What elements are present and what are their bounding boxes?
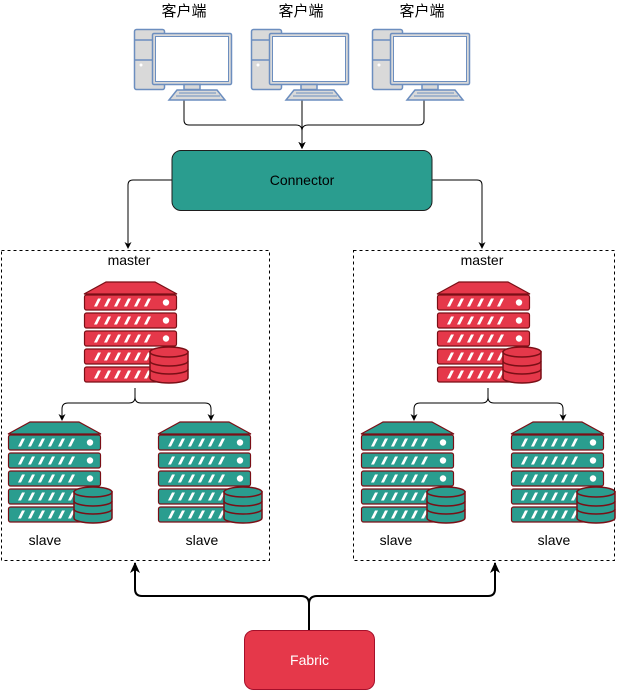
- client-2[interactable]: 客户端: [250, 2, 350, 101]
- database-server-icon: [157, 421, 263, 524]
- database-cylinder-icon: [426, 486, 466, 524]
- edge-connector-master-right: [432, 179, 486, 249]
- slave-label-right-2: slave: [538, 532, 571, 548]
- slave-label-left-2: slave: [186, 532, 219, 548]
- client-label: 客户端: [161, 2, 206, 20]
- slave-label-left-1: slave: [29, 532, 62, 548]
- database-cylinder-icon: [576, 486, 616, 524]
- database-server-icon: [83, 281, 189, 384]
- edge-master-right-slave-2: [487, 388, 567, 421]
- master-label-left: master: [108, 252, 151, 268]
- master-server-right[interactable]: [436, 281, 542, 384]
- database-cylinder-icon: [73, 486, 113, 524]
- edge-master-left-slave-1: [58, 388, 136, 421]
- edge-fabric-cluster-right: [308, 562, 500, 630]
- slave-server-right-1[interactable]: [360, 421, 466, 524]
- client-label: 客户端: [278, 2, 323, 20]
- connector-node[interactable]: Connector: [171, 150, 433, 211]
- slave-label-right-1: slave: [380, 532, 413, 548]
- client-1[interactable]: 客户端: [133, 2, 233, 101]
- fabric-node[interactable]: Fabric: [244, 630, 375, 690]
- edges-fabric-to-clusters: [130, 562, 500, 630]
- edge-master-right-slave-1: [410, 388, 489, 421]
- master-label-right: master: [461, 252, 504, 268]
- fabric-label: Fabric: [290, 652, 329, 668]
- client-label: 客户端: [399, 2, 444, 20]
- edges-master-to-slaves: [58, 388, 567, 421]
- database-cylinder-icon: [502, 346, 542, 384]
- client-3[interactable]: 客户端: [371, 2, 471, 101]
- clients-group: 客户端 客户端 客户端: [133, 2, 471, 101]
- desktop-computer-icon: [133, 28, 233, 101]
- edges-clients-to-connector: [183, 97, 425, 149]
- edge-fabric-cluster-left: [130, 562, 310, 630]
- edge-client-3-connector: [298, 97, 425, 149]
- slave-server-left-1[interactable]: [7, 421, 113, 524]
- connector-label: Connector: [270, 172, 335, 188]
- edge-connector-master-left: [124, 179, 172, 249]
- architecture-diagram: 客户端 客户端 客户端 Connector master master slave …: [1, 2, 616, 690]
- slave-server-left-2[interactable]: [157, 421, 263, 524]
- database-cylinder-icon: [149, 346, 189, 384]
- database-cylinder-icon: [223, 486, 263, 524]
- database-server-icon: [360, 421, 466, 524]
- master-server-left[interactable]: [83, 281, 189, 384]
- database-server-icon: [510, 421, 616, 524]
- edge-master-left-slave-2: [134, 388, 215, 421]
- desktop-computer-icon: [371, 28, 471, 101]
- slave-server-right-2[interactable]: [510, 421, 616, 524]
- desktop-computer-icon: [250, 28, 350, 101]
- database-server-icon: [7, 421, 113, 524]
- database-server-icon: [436, 281, 542, 384]
- edge-client-1-connector: [183, 97, 306, 149]
